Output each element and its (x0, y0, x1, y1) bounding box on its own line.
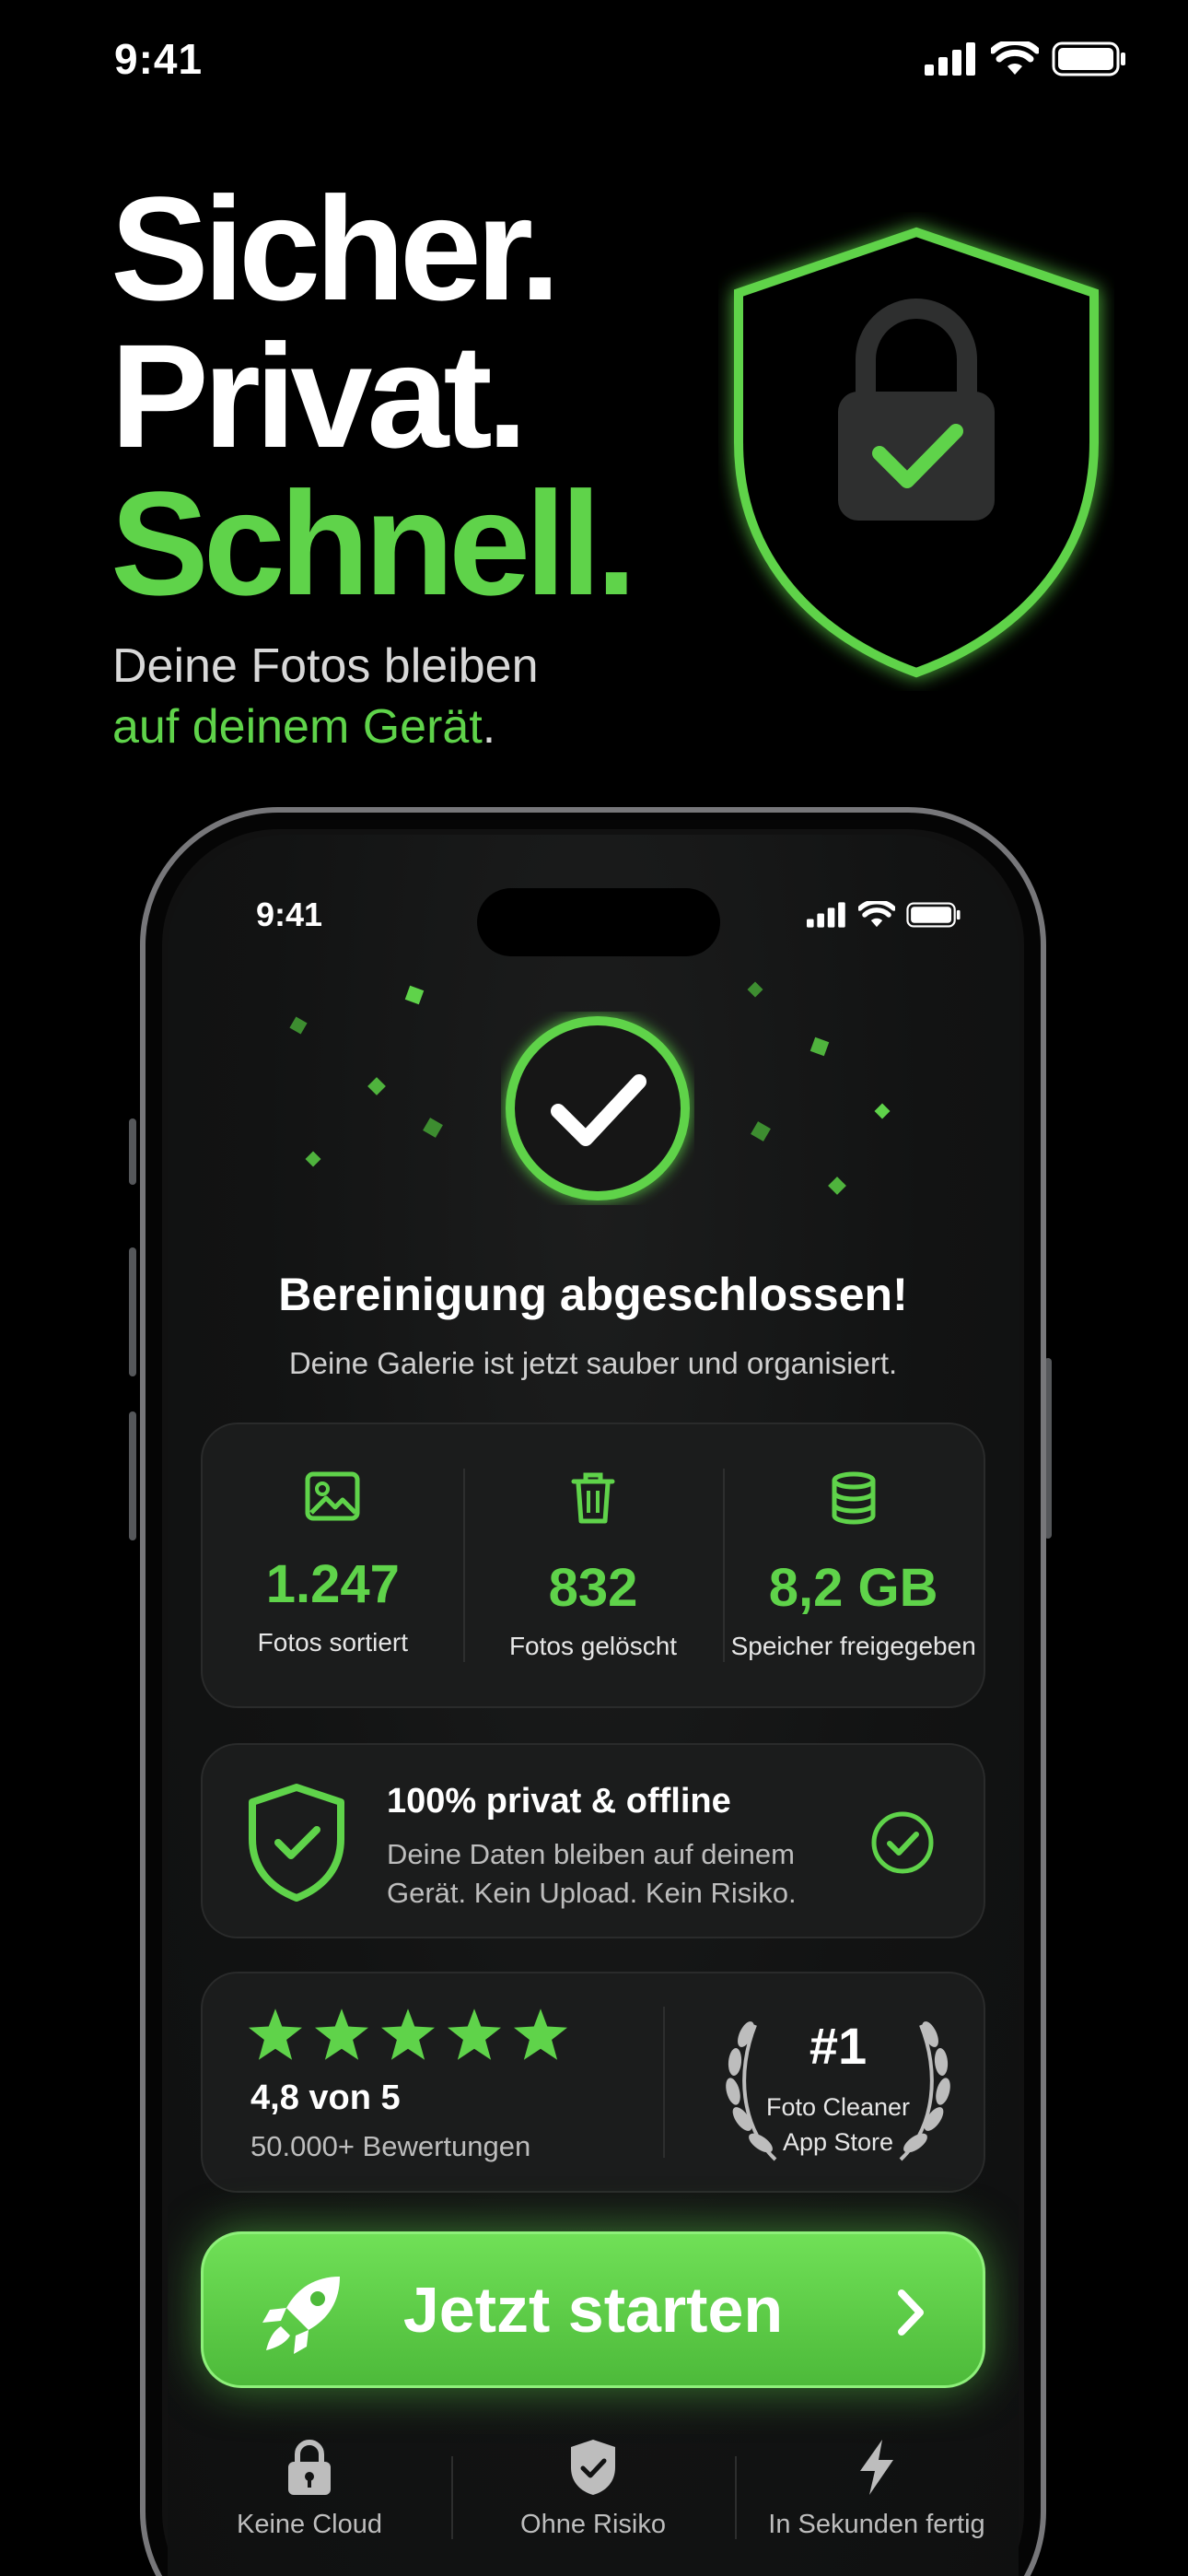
shield-check-icon (571, 2440, 615, 2495)
privacy-text: Deine Daten bleiben auf deinem Gerät. Ke… (387, 1838, 797, 1909)
feature-label: In Sekunden fertig (768, 2510, 985, 2539)
wifi-icon (858, 901, 895, 928)
hero-subline-green: auf deinem Gerät (112, 700, 483, 754)
battery-icon (1052, 41, 1125, 76)
stat-value: 832 (548, 1558, 638, 1618)
stat-storage: 8,2 GB Speicher freigegeben (723, 1424, 984, 1706)
rating-count: 50.000+ Bewertungen (250, 2130, 531, 2162)
star-icon (381, 2008, 435, 2060)
star-icon (249, 2008, 302, 2060)
check-circle-icon (871, 1811, 934, 1874)
device-status-icons (807, 901, 961, 929)
award-line-1: Foto Cleaner (765, 2093, 911, 2121)
privacy-title: 100% privat & offline (387, 1782, 731, 1821)
device-screen: 9:41 Bereinigung abgeschlossen! Deine Ga… (168, 835, 1019, 2576)
hero-subline-1: Deine Fotos bleiben (112, 639, 539, 693)
start-button-label: Jetzt starten (402, 2274, 784, 2346)
status-bar: 9:41 (114, 33, 1127, 85)
headline-line-3: Schnell. (111, 461, 637, 626)
stats-card: 1.247 Fotos sortiert 832 Fotos gelöscht … (201, 1423, 985, 1708)
shield-lock-check-icon (734, 227, 1099, 678)
rating-card: 4,8 von 5 50.000+ Bewertungen #1 Foto Cl… (201, 1972, 985, 2193)
award-badge: #1 Foto Cleaner App Store (718, 1997, 958, 2172)
rating-value: 4,8 von 5 (250, 2078, 401, 2117)
hero-subline: Deine Fotos bleiben auf deinem Gerät. (112, 636, 539, 757)
shield-check-icon (249, 1784, 344, 1902)
headline-line-1: Sicher. (111, 166, 561, 331)
stat-sorted: 1.247 Fotos sortiert (203, 1424, 463, 1706)
feature-label: Ohne Risiko (520, 2510, 666, 2539)
hero-subline-end: . (482, 700, 496, 754)
hero-headline: Sicher. Privat. Schnell. (111, 166, 637, 626)
completion-title: Bereinigung abgeschlossen! (278, 1269, 908, 1320)
star-icon (315, 2008, 368, 2060)
completion-subtitle: Deine Galerie ist jetzt sauber und organ… (288, 1346, 898, 1380)
lightning-icon (860, 2440, 893, 2495)
feature-no-risk: Ohne Risiko (451, 2438, 735, 2540)
lock-icon (288, 2440, 331, 2495)
award-rank: #1 (809, 2017, 868, 2075)
stat-deleted: 832 Fotos gelöscht (462, 1424, 724, 1706)
headline-line-2: Privat. (111, 313, 528, 478)
award-line-2: App Store (782, 2128, 894, 2156)
database-icon (832, 1471, 876, 1525)
privacy-card: 100% privat & offline Deine Daten bleibe… (201, 1743, 985, 1938)
star-rating (249, 2008, 567, 2060)
start-button[interactable]: Jetzt starten (201, 2231, 985, 2388)
wifi-icon (991, 41, 1039, 75)
check-circle-icon (506, 1016, 690, 1200)
feature-row: Keine Cloud Ohne Risiko In Sekunden fert… (168, 2438, 1019, 2540)
signal-icon (925, 42, 975, 76)
chevron-right-icon (898, 2289, 924, 2336)
stat-label: Fotos sortiert (257, 1628, 409, 1657)
status-icons (925, 41, 1127, 76)
stat-label: Speicher freigegeben (730, 1632, 976, 1660)
trash-icon (571, 1472, 615, 1524)
battery-icon (906, 902, 961, 928)
star-icon (448, 2008, 501, 2060)
feature-fast: In Sekunden fertig (735, 2438, 1019, 2540)
image-icon (305, 1471, 360, 1521)
feature-no-cloud: Keine Cloud (168, 2438, 451, 2540)
device-status-time: 9:41 (256, 896, 323, 933)
stat-label: Fotos gelöscht (508, 1632, 678, 1660)
device-mockup: 9:41 Bereinigung abgeschlossen! Deine Ga… (140, 807, 1046, 2576)
stat-value: 8,2 GB (768, 1558, 938, 1618)
status-time: 9:41 (114, 35, 204, 83)
feature-label: Keine Cloud (237, 2510, 382, 2539)
device-status-bar: 9:41 (256, 892, 961, 938)
signal-icon (807, 902, 845, 928)
stat-value: 1.247 (265, 1554, 400, 1614)
star-icon (514, 2008, 567, 2060)
